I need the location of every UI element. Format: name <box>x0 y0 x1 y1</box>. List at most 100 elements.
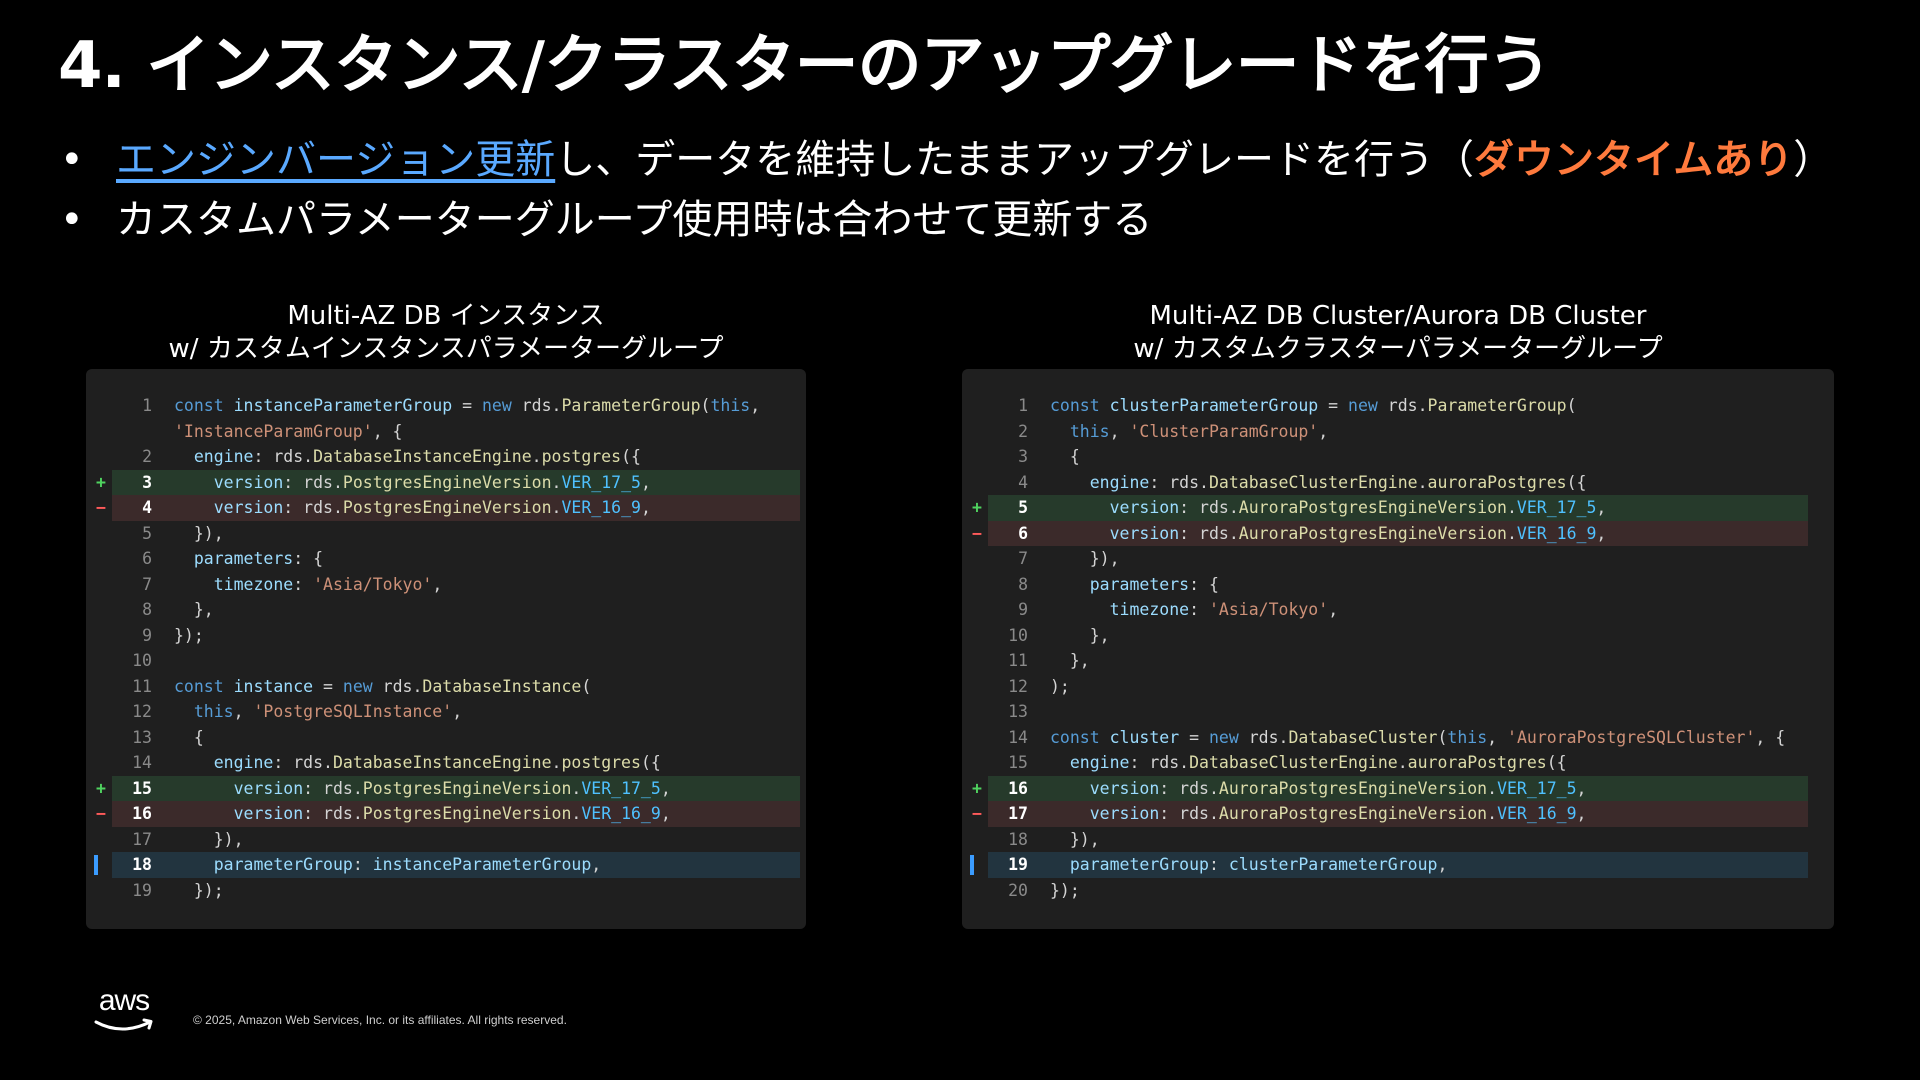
code-text: version: rds.PostgresEngineVersion.VER_1… <box>213 498 651 517</box>
bullet-item-parameter-group: カスタムパラメーターグループ使用時は合わせて更新する <box>58 190 1833 250</box>
aws-logo: aws <box>92 984 156 1034</box>
code-line: 4 engine: rds.DatabaseClusterEngine.auro… <box>962 470 1834 496</box>
code-line: +3 version: rds.PostgresEngineVersion.VE… <box>86 469 806 495</box>
current-marker <box>970 855 974 875</box>
code-line: 17 }), <box>86 827 806 853</box>
copyright-notice: © 2025, Amazon Web Services, Inc. or its… <box>193 1013 567 1027</box>
code-line: +5 version: rds.AuroraPostgresEngineVers… <box>962 495 1834 521</box>
code-line: 11 }, <box>962 648 1834 674</box>
code-line: 10 }, <box>962 623 1834 649</box>
code-line: 2 this, 'ClusterParamGroup', <box>962 419 1834 445</box>
line-number: 10 <box>1008 625 1028 645</box>
code-line: 19 }); <box>86 878 806 904</box>
line-number: 13 <box>132 727 152 747</box>
code-line: 14 const cluster = new rds.DatabaseCluste… <box>962 725 1834 751</box>
code-text: const cluster = new rds.DatabaseCluster(… <box>1050 727 1786 747</box>
code-text: version: rds.AuroraPostgresEngineVersion… <box>1089 778 1587 798</box>
code-text: version: rds.PostgresEngineVersion.VER_1… <box>213 472 651 492</box>
code-line: +15 version: rds.PostgresEngineVersion.V… <box>86 775 806 801</box>
line-number: 18 <box>1008 829 1028 849</box>
code-line: 10 <box>86 648 806 674</box>
code-line: − 6 version: rds.AuroraPostgresEngineVers… <box>962 520 1834 546</box>
code-text: }); <box>174 625 204 645</box>
code-text: parameterGroup: clusterParameterGroup, <box>1069 855 1448 874</box>
slide-title: 4. インスタンス/クラスターのアップグレードを行う <box>58 29 1552 103</box>
code-text: const instance = new rds.DatabaseInstanc… <box>174 676 592 696</box>
code-text: ); <box>1050 676 1070 696</box>
removed-marker: − <box>972 804 982 823</box>
line-number: 2 <box>1018 421 1028 441</box>
line-number: 7 <box>1018 549 1028 568</box>
line-number: 11 <box>1008 651 1028 670</box>
code-text: timezone: 'Asia/Tokyo', <box>213 574 443 594</box>
right-caption-line1: Multi-AZ DB Cluster/Aurora DB Cluster <box>1149 301 1647 331</box>
code-text: { <box>1050 447 1080 466</box>
code-text: const clusterParameterGroup = new rds.Pa… <box>1050 396 1577 415</box>
line-number: 6 <box>1018 523 1028 543</box>
code-text: }), <box>1050 549 1120 568</box>
line-number: 6 <box>142 549 152 568</box>
code-line: 18 parameterGroup: instanceParameterGrou… <box>86 852 806 878</box>
line-number: 1 <box>142 396 152 415</box>
code-text: engine: rds.DatabaseClusterEngine.aurora… <box>1089 472 1587 492</box>
line-number: 17 <box>132 829 152 849</box>
code-line: 11 const instance = new rds.DatabaseInsta… <box>86 674 806 700</box>
code-text: }), <box>174 523 224 543</box>
code-text: engine: rds.DatabaseInstanceEngine.postg… <box>213 753 661 772</box>
added-marker: + <box>96 778 106 798</box>
code-line: 12); <box>962 674 1834 700</box>
code-text: const instanceParameterGroup = new rds.P… <box>174 396 761 415</box>
code-text: this, 'ClusterParamGroup', <box>1069 421 1329 441</box>
line-number: 13 <box>1008 702 1028 721</box>
downtime-label: ダウンタイムあり <box>1474 137 1794 183</box>
line-number: 16 <box>1008 778 1028 798</box>
added-marker: + <box>972 778 982 798</box>
code-text: }, <box>174 600 214 619</box>
line-number: 10 <box>132 651 152 670</box>
right-caption-line2: w/ カスタムクラスターパラメーターグループ <box>1133 334 1663 364</box>
code-text: }), <box>1050 829 1100 849</box>
code-text: version: rds.AuroraPostgresEngineVersion… <box>1109 523 1607 543</box>
code-line: 5 }), <box>86 521 806 547</box>
code-text: }), <box>174 829 244 849</box>
left-code-panel: 1 const instanceParameterGroup = new rds.… <box>86 369 806 929</box>
line-number: 4 <box>142 498 152 517</box>
code-text: }); <box>174 880 224 900</box>
line-number: 4 <box>1018 472 1028 492</box>
code-text: version: rds.PostgresEngineVersion.VER_1… <box>233 804 671 823</box>
line-number: 1 <box>1018 396 1028 415</box>
code-line: 14 engine: rds.DatabaseInstanceEngine.po… <box>86 750 806 776</box>
line-number: 12 <box>1008 676 1028 696</box>
code-text: parameters: { <box>193 549 324 568</box>
line-number: 5 <box>1018 498 1028 517</box>
bullet-suffix: ） <box>1793 137 1834 183</box>
code-line: +16 version: rds.AuroraPostgresEngineVer… <box>962 775 1834 801</box>
code-line: 'InstanceParamGroup', { <box>86 419 806 445</box>
line-number: 14 <box>132 753 152 772</box>
line-number: 15 <box>1008 753 1028 772</box>
line-number: 9 <box>142 625 152 645</box>
engine-version-update-link[interactable]: エンジンバージョン更新 <box>116 137 555 183</box>
code-line: − 17 version: rds.AuroraPostgresEngineVer… <box>962 801 1834 827</box>
code-line: 18 }), <box>962 827 1834 853</box>
code-text: }); <box>1050 880 1080 900</box>
line-number: 9 <box>1018 600 1028 619</box>
code-line: 20}); <box>962 878 1834 904</box>
bullet-list: エンジンバージョン更新し、データを維持したままアップグレードを行う（ダウンタイム… <box>58 130 1833 250</box>
code-line: 2 engine: rds.DatabaseInstanceEngine.pos… <box>86 444 806 470</box>
left-caption-line2: w/ カスタムインスタンスパラメーターグループ <box>168 334 724 364</box>
code-text: 'InstanceParamGroup', { <box>174 421 403 441</box>
code-text: { <box>174 727 204 747</box>
line-number: 16 <box>132 804 152 823</box>
left-panel-caption: Multi-AZ DB インスタンス w/ カスタムインスタンスパラメーターグル… <box>86 300 806 366</box>
line-number: 11 <box>132 676 152 696</box>
code-line: 7 timezone: 'Asia/Tokyo', <box>86 572 806 598</box>
aws-smile-icon <box>94 1018 153 1031</box>
line-number: 14 <box>1008 727 1028 747</box>
code-line: 8 }, <box>86 597 806 623</box>
code-text: this, 'PostgreSQLInstance', <box>193 702 463 721</box>
code-line: 9 timezone: 'Asia/Tokyo', <box>962 597 1834 623</box>
code-text: version: rds.AuroraPostgresEngineVersion… <box>1089 804 1587 823</box>
code-line: 9}); <box>86 623 806 649</box>
added-marker: + <box>96 472 106 492</box>
